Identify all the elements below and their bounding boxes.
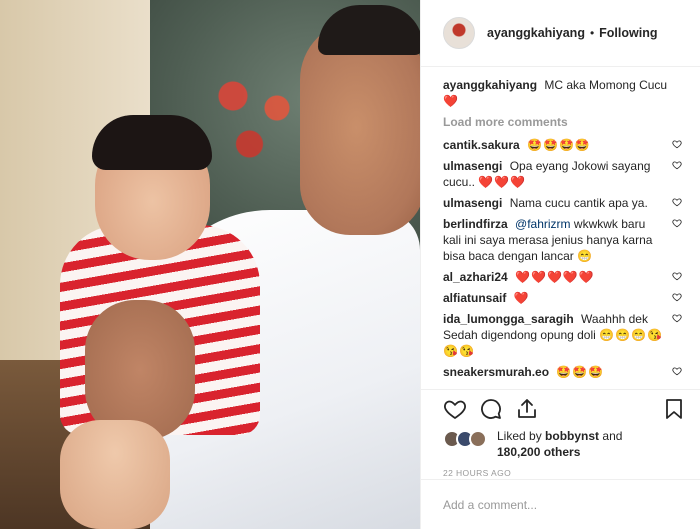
add-comment-input[interactable] [443,497,679,512]
likes-count-link[interactable]: 180,200 others [497,445,580,459]
liker-avatar [469,430,487,448]
comment-emoji: 🤩🤩🤩 [556,365,605,379]
comment-like-heart-icon[interactable] [672,197,682,207]
load-more-comments-button[interactable]: Load more comments [443,115,686,129]
comment-username[interactable]: sneakersmurah.eo [443,365,549,379]
photo-baby-legs [60,420,170,529]
comment-emoji: 😁 [577,249,594,263]
following-button[interactable]: Following [599,26,657,40]
comment-item: berlindfirza @fahrizrm wkwkwk baru kali … [443,216,686,264]
comment-username[interactable]: al_azhari24 [443,270,508,284]
comment-like-heart-icon[interactable] [672,160,682,170]
comments-list[interactable]: ayanggkahiyang MC aka Momong Cucu ❤️ Loa… [421,67,700,390]
comment-emoji: ❤️❤️❤️❤️❤️ [515,270,595,284]
likes-summary: Liked by bobbynst and 180,200 others [421,428,700,460]
comment-like-heart-icon[interactable] [672,292,682,302]
comment-emoji: 🤩🤩🤩🤩 [527,138,591,152]
comment-item: ulmasengi Opa eyang Jokowi sayang cucu..… [443,158,686,190]
comment-username[interactable]: ida_lumongga_saragih [443,312,574,326]
comment-like-heart-icon[interactable] [672,139,682,149]
bookmark-icon[interactable] [662,397,686,421]
add-comment-bar [421,479,700,529]
comment-like-heart-icon[interactable] [672,366,682,376]
comment-text: Nama cucu cantik apa ya. [509,196,648,210]
comment-emoji: ❤️❤️❤️ [478,175,527,189]
comment-item: sneakersmurah.eo 🤩🤩🤩 [443,364,686,380]
comment-emoji: ❤️ [513,291,530,305]
liked-by-user-link[interactable]: bobbynst [545,429,599,443]
share-icon[interactable] [515,397,539,421]
comment-username[interactable]: cantik.sakura [443,138,520,152]
liked-by-prefix: Liked by [497,429,542,443]
post-timestamp[interactable]: 22 HOURS AGO [421,460,700,478]
comment-icon[interactable] [479,397,503,421]
post-actions-bar [421,390,700,428]
comment-like-heart-icon[interactable] [672,271,682,281]
photo-flowers [200,60,310,180]
comment-like-heart-icon[interactable] [672,218,682,228]
comment-item: al_azhari24 ❤️❤️❤️❤️❤️ [443,269,686,285]
caption-username[interactable]: ayanggkahiyang [443,78,537,92]
comment-item: cantik.sakura 🤩🤩🤩🤩 [443,137,686,153]
caption: ayanggkahiyang MC aka Momong Cucu ❤️ [443,77,686,109]
comment-item: alfiatunsaif ❤️ [443,290,686,306]
comment-mention-link[interactable]: @fahrizrm [515,217,571,231]
photo-man-hand [85,300,195,440]
header-separator: • [589,26,595,40]
liker-avatars[interactable] [443,430,491,448]
avatar[interactable] [443,17,475,49]
likes-text: Liked by bobbynst and 180,200 others [497,428,622,460]
caption-text: MC aka Momong Cucu [544,78,668,92]
post-side-panel: ayanggkahiyang • Following ayanggkahiyan… [420,0,700,529]
comment-item: ida_lumongga_saragih Waahhh dek Sedah di… [443,311,686,359]
comment-username[interactable]: ulmasengi [443,196,502,210]
post-header: ayanggkahiyang • Following [421,0,700,67]
comment-item: ulmasengi Nama cucu cantik apa ya. [443,195,686,211]
post-photo[interactable] [0,0,420,529]
comment-username[interactable]: alfiatunsaif [443,291,506,305]
liked-by-and: and [602,429,623,443]
comment-like-heart-icon[interactable] [672,313,682,323]
comment-username[interactable]: berlindfirza [443,217,508,231]
heart-icon[interactable] [443,397,467,421]
header-username[interactable]: ayanggkahiyang [487,26,585,40]
caption-emoji: ❤️ [443,94,459,108]
comment-username[interactable]: ulmasengi [443,159,502,173]
photo-baby-hair [92,115,212,170]
